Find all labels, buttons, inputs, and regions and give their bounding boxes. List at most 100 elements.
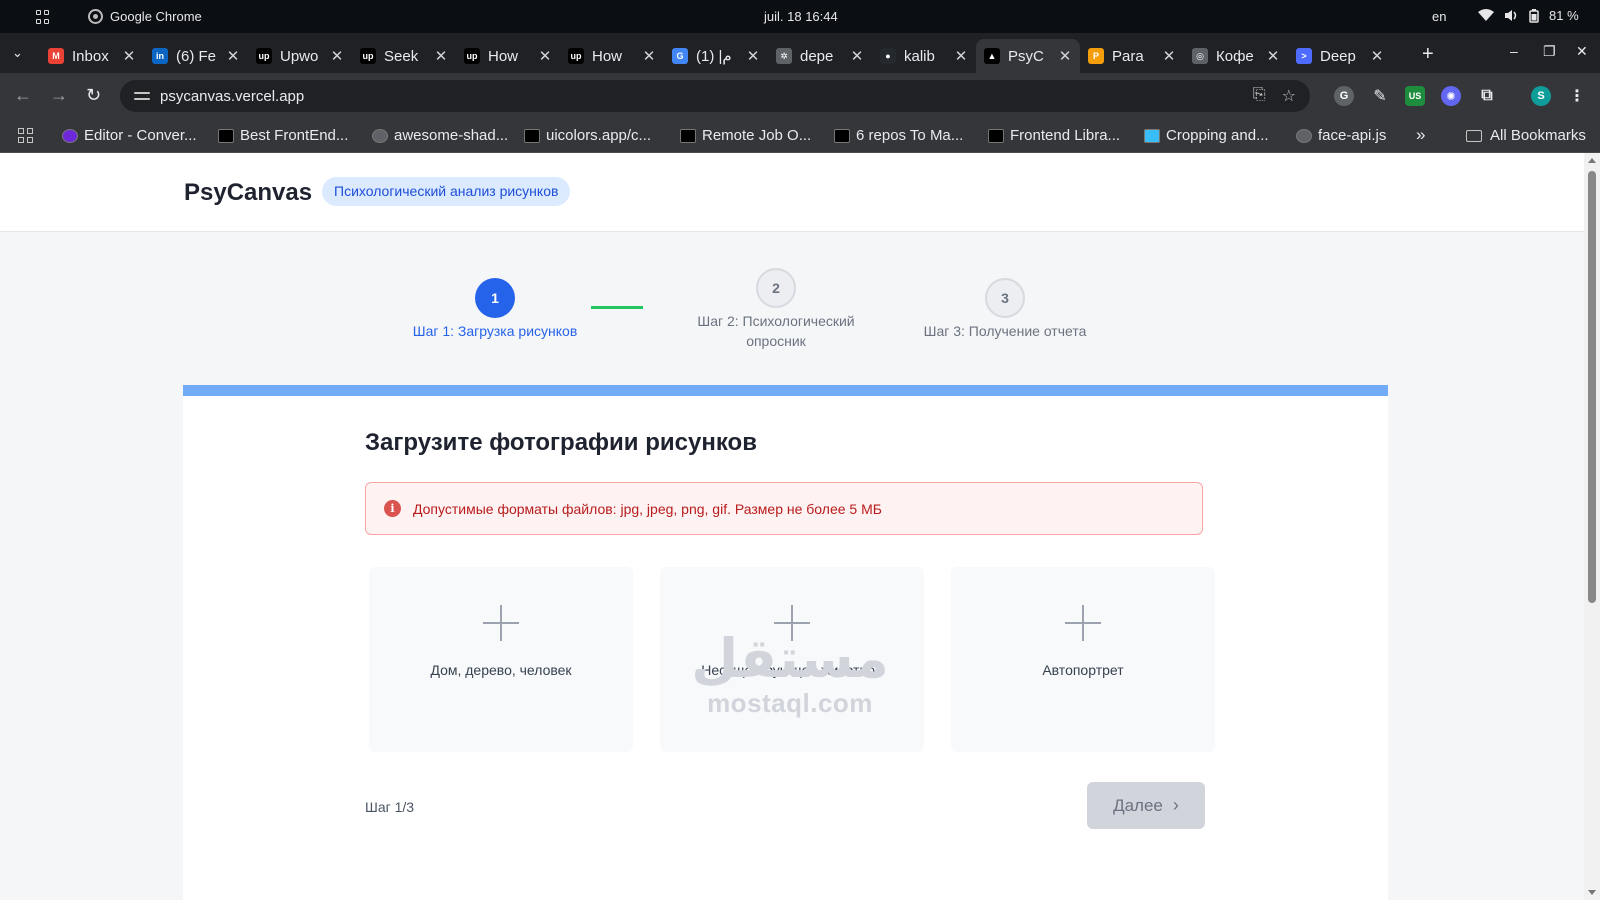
job-icon	[680, 128, 696, 143]
site-info-icon[interactable]	[134, 89, 150, 103]
active-app-name: Google Chrome	[110, 9, 202, 24]
color-picker-extension-icon[interactable]: ✎	[1370, 86, 1390, 106]
browser-tab[interactable]: ✲ depe ✕	[768, 39, 872, 73]
bookmark-item[interactable]: uicolors.app/c...	[524, 127, 651, 144]
bookmark-item[interactable]: Best FrontEnd...	[218, 127, 348, 144]
tab-close-icon[interactable]: ✕	[330, 47, 344, 65]
upwork-icon: up	[464, 48, 480, 64]
browser-tab[interactable]: in (6) Fe ✕	[144, 39, 248, 73]
step-2-circle: 2	[756, 268, 796, 308]
scroll-down-arrow-icon[interactable]	[1588, 890, 1596, 895]
tab-close-icon[interactable]: ✕	[954, 47, 968, 65]
system-tray[interactable]: 81 %	[1478, 8, 1579, 23]
para-icon: P	[1088, 48, 1104, 64]
bookmark-item[interactable]: Remote Job O...	[680, 127, 811, 144]
browser-tab[interactable]: up How ✕	[560, 39, 664, 73]
upload-slot-label: Автопортрет	[1042, 662, 1124, 678]
all-bookmarks-label: All Bookmarks	[1490, 127, 1586, 144]
tab-close-icon[interactable]: ✕	[434, 47, 448, 65]
browser-tab[interactable]: ● kalib ✕	[872, 39, 976, 73]
browser-tab[interactable]: up Upwo ✕	[248, 39, 352, 73]
browser-tab[interactable]: ▲ PsyC ✕	[976, 39, 1080, 73]
tab-close-icon[interactable]: ✕	[850, 47, 864, 65]
next-button[interactable]: Далее ›	[1087, 782, 1205, 829]
watermark-latin: mostaql.com	[707, 688, 873, 718]
battery-icon	[1529, 8, 1539, 23]
browser-tab[interactable]: M Inbox ✕	[40, 39, 144, 73]
app-grid-icon[interactable]	[36, 10, 50, 24]
minimize-button[interactable]: –	[1510, 43, 1518, 59]
tab-close-icon[interactable]: ✕	[1266, 47, 1280, 65]
tailwind-icon	[1144, 128, 1160, 143]
deepseek-icon: >	[1296, 48, 1312, 64]
bookmark-item[interactable]: 6 repos To Ma...	[834, 127, 963, 144]
forward-button[interactable]: →	[50, 85, 68, 106]
browser-tab[interactable]: P Para ✕	[1080, 39, 1184, 73]
menu-kebab-icon[interactable]: ⋮	[1567, 86, 1587, 106]
apps-grid-icon[interactable]	[18, 128, 33, 143]
browser-tab[interactable]: ◎ Кофе ✕	[1184, 39, 1288, 73]
upload-slot-house-tree-person[interactable]: Дом, дерево, человек	[369, 567, 633, 752]
tab-close-icon[interactable]: ✕	[122, 47, 136, 65]
reload-button[interactable]: ↻	[86, 85, 101, 106]
tab-title: depe	[800, 47, 834, 65]
dev-icon	[988, 128, 1004, 143]
browser-tab[interactable]: G م| (1) ✕	[664, 39, 768, 73]
more-bookmarks-chevron-icon[interactable]: »	[1416, 125, 1425, 145]
tab-close-icon[interactable]: ✕	[746, 47, 760, 65]
globe-icon	[372, 128, 388, 143]
maximize-button[interactable]: ❐	[1543, 43, 1556, 60]
vpn-extension-icon[interactable]: US	[1405, 86, 1425, 106]
os-clock[interactable]: juil. 18 16:44	[764, 9, 838, 24]
bookmark-star-icon[interactable]: ☆	[1282, 86, 1296, 106]
plus-icon	[1065, 605, 1101, 641]
watermark-arabic: مستقل	[691, 627, 889, 690]
bookmark-item[interactable]: face-api.js	[1296, 127, 1386, 144]
url-text[interactable]: psycanvas.vercel.app	[160, 88, 304, 105]
close-window-button[interactable]: ✕	[1576, 43, 1588, 60]
browser-tab[interactable]: > Deep ✕	[1288, 39, 1392, 73]
upload-slot-label: Дом, дерево, человек	[430, 662, 572, 678]
upwork-icon: up	[360, 48, 376, 64]
tab-title: Кофе	[1216, 47, 1254, 65]
tab-close-icon[interactable]: ✕	[1370, 47, 1384, 65]
translate-icon[interactable]: ⎘	[1253, 86, 1266, 106]
gear-icon: ✲	[776, 48, 792, 64]
upload-slot-self-portrait[interactable]: Автопортрет	[951, 567, 1215, 752]
browser-tab[interactable]: up How ✕	[456, 39, 560, 73]
keyboard-language[interactable]: en	[1432, 9, 1446, 24]
browser-tab[interactable]: up Seek ✕	[352, 39, 456, 73]
bookmark-item[interactable]: awesome-shad...	[372, 127, 508, 144]
bookmark-label: Frontend Libra...	[1010, 127, 1121, 144]
scroll-up-arrow-icon[interactable]	[1588, 158, 1596, 163]
grammarly-extension-icon[interactable]: G	[1334, 86, 1354, 106]
bookmarks-bar: Editor - Conver... Best FrontEnd... awesom…	[0, 119, 1600, 153]
tab-close-icon[interactable]: ✕	[1058, 47, 1072, 65]
step-3-circle: 3	[985, 278, 1025, 318]
google-icon: G	[672, 48, 688, 64]
bookmark-label: face-api.js	[1318, 127, 1387, 144]
bookmark-item[interactable]: Cropping and...	[1144, 127, 1269, 144]
back-button[interactable]: ←	[14, 85, 32, 106]
page-scrollbar[interactable]	[1584, 153, 1600, 900]
profile-avatar[interactable]: S	[1531, 86, 1551, 106]
tab-title: Deep	[1320, 47, 1356, 65]
progress-bar	[183, 385, 1388, 396]
extensions-puzzle-icon[interactable]: ⧉	[1477, 86, 1497, 106]
new-tab-button[interactable]: +	[1422, 43, 1434, 66]
bookmark-item[interactable]: Frontend Libra...	[988, 127, 1120, 144]
tab-title: PsyC	[1008, 47, 1044, 65]
tab-close-icon[interactable]: ✕	[642, 47, 656, 65]
tab-close-icon[interactable]: ✕	[226, 47, 240, 65]
bookmark-item[interactable]: Editor - Conver...	[62, 127, 197, 144]
tab-close-icon[interactable]: ✕	[538, 47, 552, 65]
scrollbar-thumb[interactable]	[1588, 171, 1596, 603]
tab-search-chevron-icon[interactable]: ⌄	[12, 45, 23, 61]
step-2-label-line2: опросник	[746, 333, 806, 349]
address-bar[interactable]: psycanvas.vercel.app ⎘ ☆	[120, 80, 1310, 112]
all-bookmarks-folder[interactable]: All Bookmarks	[1466, 127, 1586, 144]
ai-extension-icon[interactable]: ✺	[1441, 86, 1461, 106]
tab-close-icon[interactable]: ✕	[1162, 47, 1176, 65]
bookmark-label: Editor - Conver...	[84, 127, 197, 144]
os-top-bar: Google Chrome juil. 18 16:44 en 81 %	[0, 0, 1600, 33]
